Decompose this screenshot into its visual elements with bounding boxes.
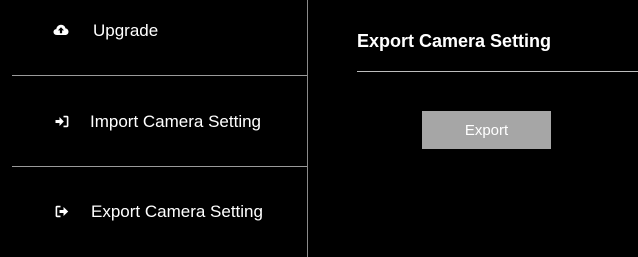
sidebar-item-label: Export Camera Setting [91,201,263,221]
sign-out-icon [54,204,70,220]
sidebar-item-label: Import Camera Setting [90,111,262,131]
sidebar-item-import-camera-setting[interactable]: Import Camera Setting [12,77,307,167]
settings-window: Upgrade Import Camera Setting Export Cam… [0,0,638,257]
export-settings-panel: Export Camera Setting Export [309,0,638,257]
sign-in-icon [54,114,70,130]
page-title: Export Camera Setting [357,31,552,51]
cloud-upload-icon [53,22,69,38]
sidebar-item-label: Upgrade [93,21,159,40]
title-divider [357,71,638,72]
sidebar-item-export-camera-setting[interactable]: Export Camera Setting [12,168,307,257]
sidebar-item-upgrade[interactable]: Upgrade [12,0,307,76]
export-button[interactable]: Export [422,111,551,149]
sidebar-menu: Upgrade Import Camera Setting Export Cam… [12,0,308,257]
